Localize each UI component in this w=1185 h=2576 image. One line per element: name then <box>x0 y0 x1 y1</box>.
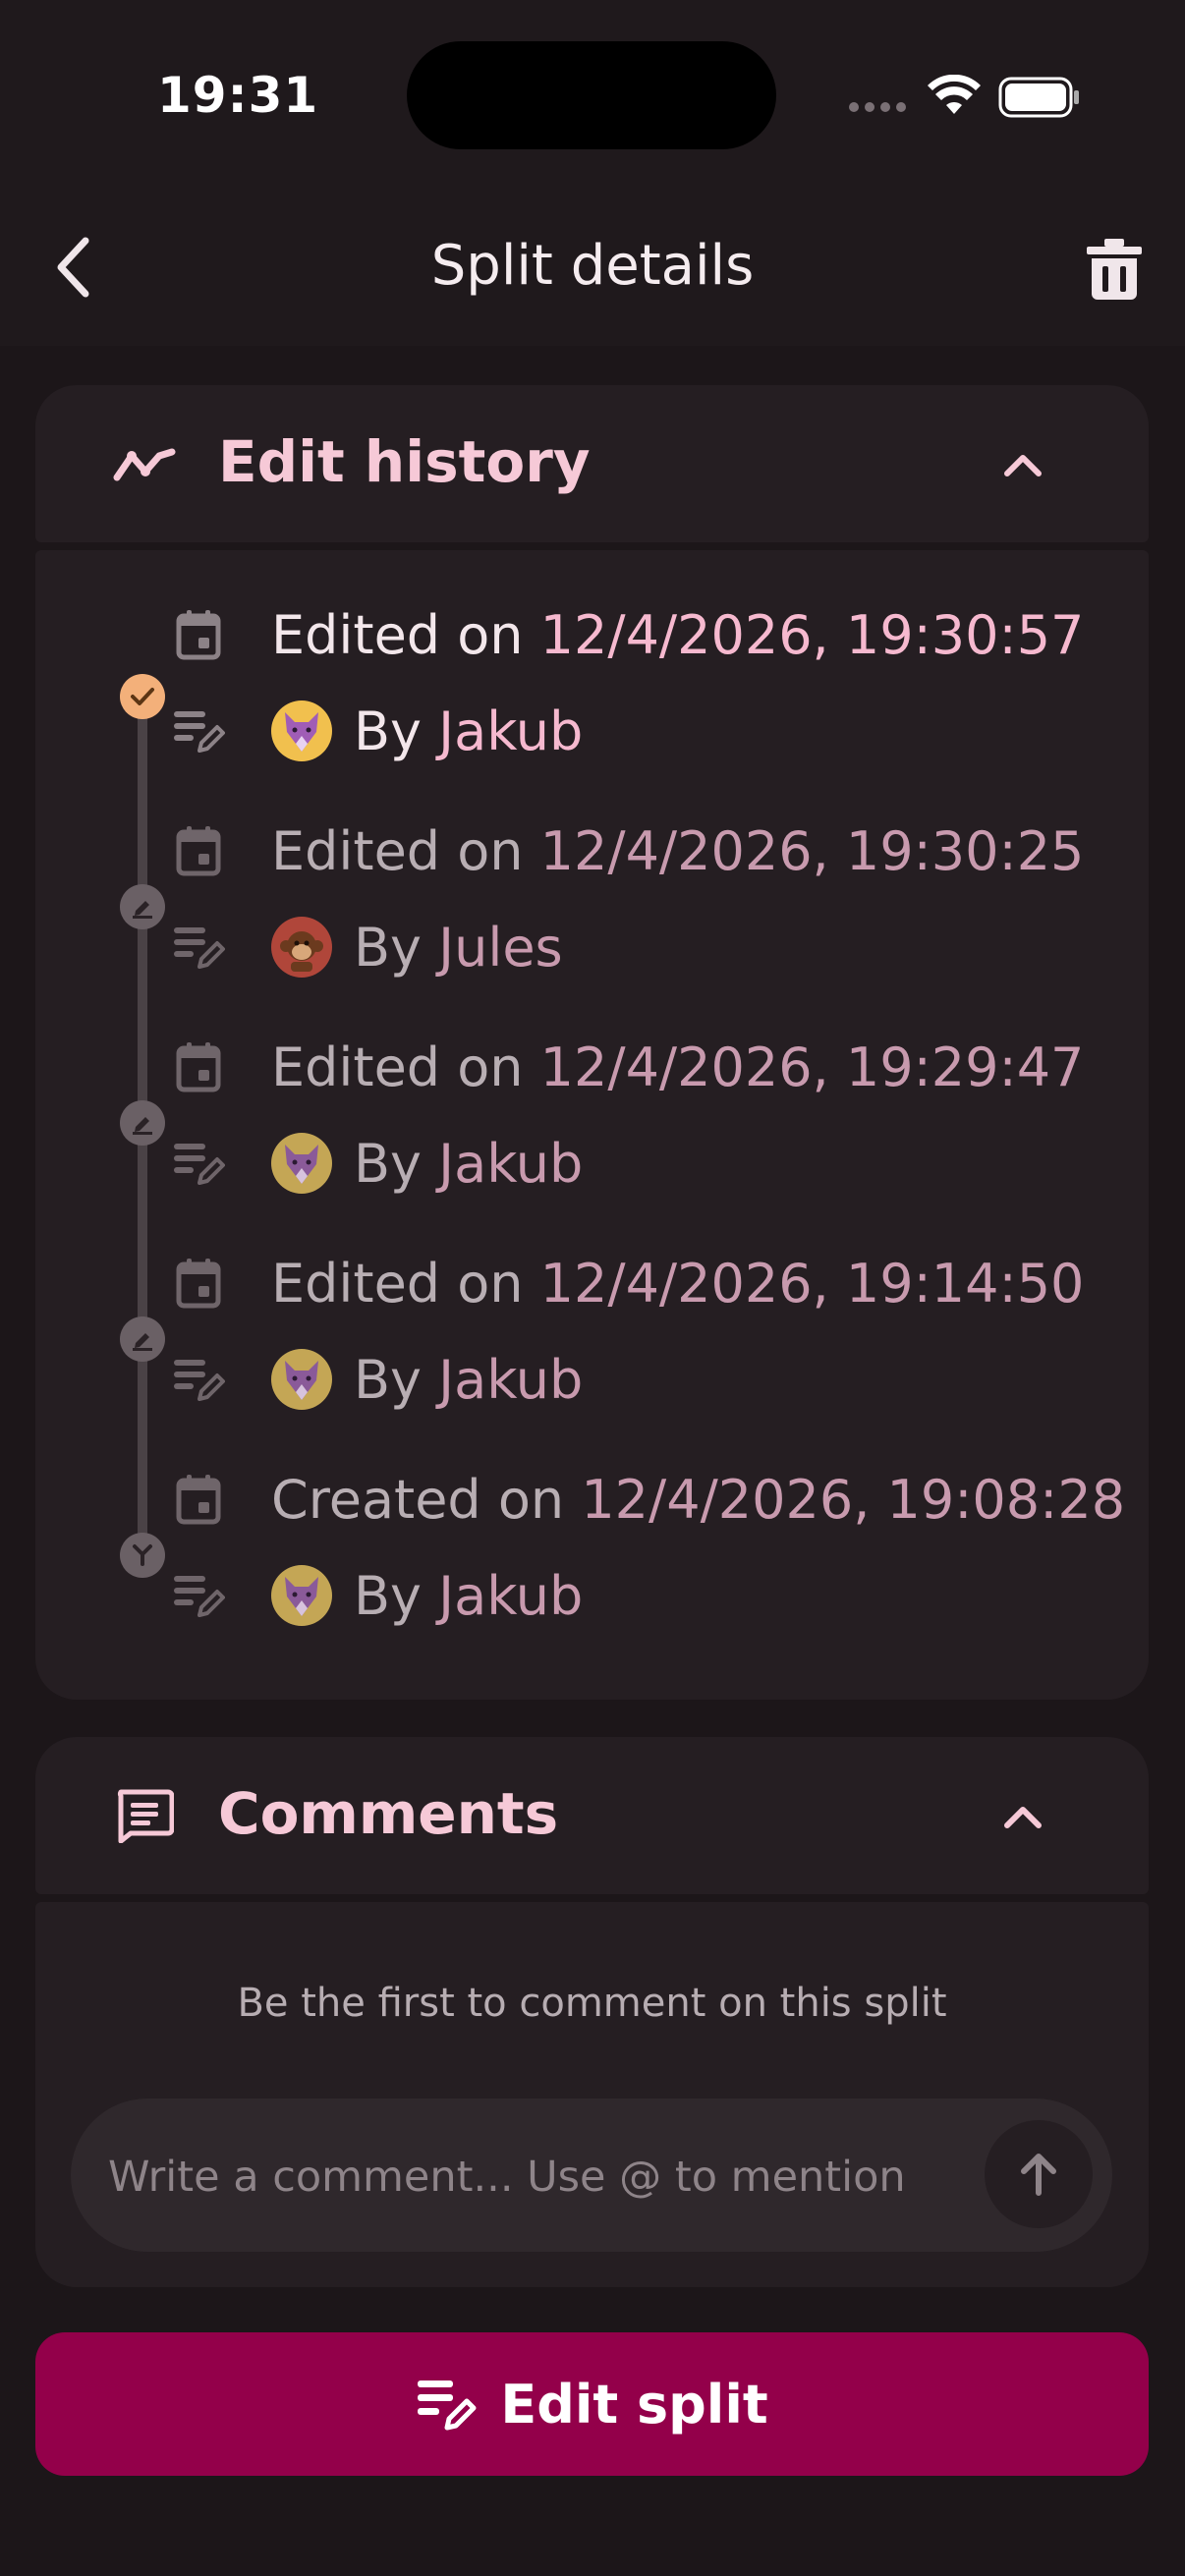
delete-button[interactable] <box>1077 232 1152 307</box>
screen: 19:31 Split details Edit history Edited … <box>0 0 1185 2576</box>
history-entry-label: Edited on <box>271 1252 540 1315</box>
collapse-edit-history-button[interactable] <box>988 430 1057 499</box>
history-entry-by: By <box>354 1132 439 1195</box>
check-icon <box>131 688 154 705</box>
collapse-comments-button[interactable] <box>988 1782 1057 1851</box>
dynamic-island <box>407 41 776 149</box>
calendar-icon <box>159 1473 238 1526</box>
history-entry-label: Edited on <box>271 819 540 882</box>
history-entry-by: By <box>354 1348 439 1411</box>
history-entry-author: By Jakub <box>159 1340 583 1419</box>
trash-icon <box>1087 239 1142 300</box>
edit-notes-icon <box>159 924 238 971</box>
avatar-wolf <box>271 700 332 761</box>
history-entry-user: Jakub <box>438 700 584 762</box>
calendar-icon <box>159 608 238 661</box>
history-entry-by: By <box>354 700 439 762</box>
edit-icon <box>133 1333 152 1351</box>
empty-comments-text: Be the first to comment on this split <box>237 1981 947 2026</box>
history-entry-label: Edited on <box>271 603 540 666</box>
history-entry-date: Created on 12/4/2026, 19:08:28 <box>159 1460 1125 1539</box>
avatar-wolf <box>271 1349 332 1410</box>
edit-notes-icon <box>159 707 238 755</box>
merge-icon <box>133 1544 152 1566</box>
top-app-bar: Split details <box>0 196 1185 346</box>
calendar-icon <box>159 824 238 877</box>
comments-title: Comments <box>218 1780 559 1847</box>
arrow-up-icon <box>1021 2154 1056 2196</box>
edit-history-header[interactable]: Edit history <box>35 385 1149 542</box>
history-entry-author: By Jakub <box>159 1124 583 1203</box>
edit-notes-icon <box>159 1140 238 1187</box>
history-entry-user: Jakub <box>438 1132 584 1195</box>
edit-notes-icon <box>159 1356 238 1403</box>
avatar-wolf <box>271 1133 332 1194</box>
history-entry-datetime: 12/4/2026, 19:30:25 <box>539 819 1085 882</box>
comments-section: Be the first to comment on this split <box>35 1902 1149 2287</box>
edit-history-list: Edited on 12/4/2026, 19:30:57 By Jakub E… <box>35 550 1149 1700</box>
history-entry-author: By Jakub <box>159 692 583 770</box>
battery-icon <box>998 77 1079 118</box>
comment-input[interactable] <box>106 2142 975 2212</box>
history-entry-datetime: 12/4/2026, 19:08:28 <box>581 1468 1126 1531</box>
history-entry-datetime: 12/4/2026, 19:14:50 <box>539 1252 1085 1315</box>
history-trend-icon <box>110 432 179 495</box>
history-entry-date: Edited on 12/4/2026, 19:29:47 <box>159 1028 1084 1106</box>
history-entry-user: Jules <box>438 916 563 979</box>
history-entry-user: Jakub <box>438 1348 584 1411</box>
wifi-icon <box>928 75 981 114</box>
history-entry-label: Created on <box>271 1468 582 1531</box>
chevron-up-icon <box>1004 455 1042 476</box>
calendar-icon <box>159 1040 238 1093</box>
history-entry-author: By Jules <box>159 908 563 986</box>
status-bar: 19:31 <box>0 0 1185 196</box>
history-entry-date: Edited on 12/4/2026, 19:14:50 <box>159 1244 1084 1322</box>
history-entry-date: Edited on 12/4/2026, 19:30:25 <box>159 812 1084 890</box>
edit-history-title: Edit history <box>218 428 591 495</box>
avatar-wolf <box>271 1565 332 1626</box>
edit-split-button[interactable]: Edit split <box>35 2332 1149 2476</box>
comments-header[interactable]: Comments <box>35 1737 1149 1894</box>
history-entry-user: Jakub <box>438 1564 584 1627</box>
history-entry-author: By Jakub <box>159 1556 583 1635</box>
edit-notes-icon <box>418 2380 477 2431</box>
edit-icon <box>133 901 152 919</box>
comment-composer <box>71 2099 1112 2252</box>
comment-icon <box>110 1784 179 1847</box>
calendar-icon <box>159 1257 238 1310</box>
history-entry-date: Edited on 12/4/2026, 19:30:57 <box>159 595 1084 674</box>
chevron-up-icon <box>1004 1807 1042 1828</box>
history-entry-datetime: 12/4/2026, 19:30:57 <box>539 603 1085 666</box>
history-entry-by: By <box>354 916 439 979</box>
history-entry-label: Edited on <box>271 1036 540 1098</box>
send-comment-button[interactable] <box>985 2120 1093 2228</box>
history-entry-by: By <box>354 1564 439 1627</box>
edit-icon <box>133 1117 152 1135</box>
status-time: 19:31 <box>157 67 319 124</box>
cellular-signal-icon <box>849 102 906 112</box>
avatar-monkey <box>271 917 332 978</box>
history-entry-datetime: 12/4/2026, 19:29:47 <box>539 1036 1085 1098</box>
page-title: Split details <box>430 234 755 298</box>
edit-split-label: Edit split <box>500 2373 768 2436</box>
edit-notes-icon <box>159 1572 238 1619</box>
